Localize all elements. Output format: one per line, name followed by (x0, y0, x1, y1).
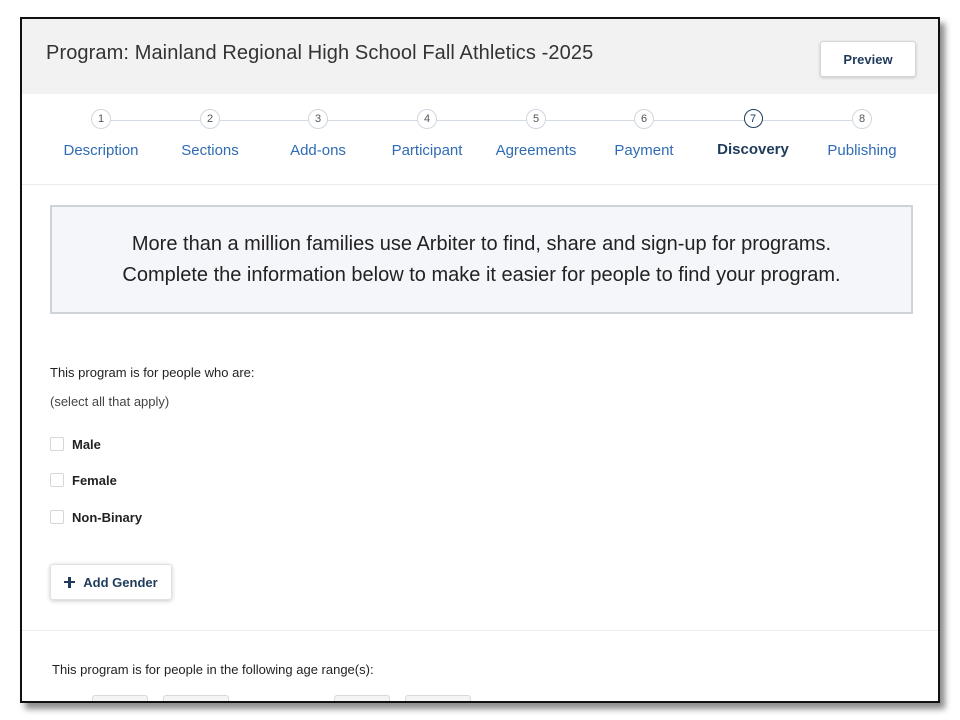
add-gender-label: Add Gender (83, 574, 158, 590)
gender-question-label: This program is for people who are: (50, 365, 255, 380)
female-checkbox[interactable] (50, 473, 64, 487)
step-number: 3 (308, 109, 328, 129)
preview-button[interactable]: Preview (820, 41, 916, 77)
step-number: 5 (526, 109, 546, 129)
step-participant[interactable]: 4 Participant (372, 109, 482, 159)
gender-option-label: Non-Binary (72, 509, 143, 525)
step-publishing[interactable]: 8 Publishing (807, 109, 917, 159)
gender-question-hint: (select all that apply) (50, 394, 170, 409)
step-number: 7 (743, 109, 763, 128)
step-label: Participant (391, 142, 463, 159)
banner-line-1: More than a million families use Arbiter… (131, 232, 832, 255)
male-checkbox[interactable] (50, 437, 64, 451)
step-label: Payment (614, 142, 674, 159)
discovery-info-banner: More than a million families use Arbiter… (50, 205, 913, 314)
step-label: Agreements (495, 142, 577, 159)
gender-option-female[interactable]: Female (50, 471, 117, 489)
age-range-question-label: This program is for people in the follow… (52, 662, 374, 677)
step-agreements[interactable]: 5 Agreements (481, 109, 591, 159)
step-number: 6 (634, 109, 654, 129)
section-divider (22, 630, 938, 631)
step-label: Sections (181, 142, 239, 159)
step-discovery[interactable]: 7 Discovery (698, 109, 808, 158)
step-label: Add-ons (290, 142, 346, 159)
step-add-ons[interactable]: 3 Add-ons (263, 109, 373, 159)
gender-option-label: Female (72, 472, 117, 488)
wizard-stepper: 1 Description 2 Sections 3 Add-ons 4 Par… (22, 94, 938, 185)
step-number: 8 (852, 109, 872, 129)
non-binary-checkbox[interactable] (50, 510, 64, 524)
age-min-input[interactable] (92, 695, 148, 701)
app-window: Program: Mainland Regional High School F… (20, 17, 940, 703)
step-number: 4 (417, 109, 437, 129)
step-description[interactable]: 1 Description (46, 109, 156, 159)
age-max-unit-select[interactable] (405, 695, 471, 701)
step-number: 2 (200, 109, 220, 129)
step-payment[interactable]: 6 Payment (589, 109, 699, 159)
add-gender-button[interactable]: Add Gender (50, 564, 172, 600)
gender-option-label: Male (72, 436, 101, 452)
step-label: Publishing (827, 142, 897, 159)
plus-icon (64, 576, 76, 588)
step-number: 1 (91, 109, 111, 129)
gender-option-male[interactable]: Male (50, 435, 101, 453)
gender-option-non-binary[interactable]: Non-Binary (50, 508, 142, 526)
step-sections[interactable]: 2 Sections (155, 109, 265, 159)
page-header: Program: Mainland Regional High School F… (22, 19, 938, 94)
step-label: Description (63, 142, 139, 159)
banner-line-2: Complete the information below to make i… (122, 263, 841, 286)
page-title: Program: Mainland Regional High School F… (46, 42, 594, 64)
age-min-unit-select[interactable] (163, 695, 229, 701)
age-max-input[interactable] (334, 695, 390, 701)
step-label: Discovery (717, 141, 789, 158)
